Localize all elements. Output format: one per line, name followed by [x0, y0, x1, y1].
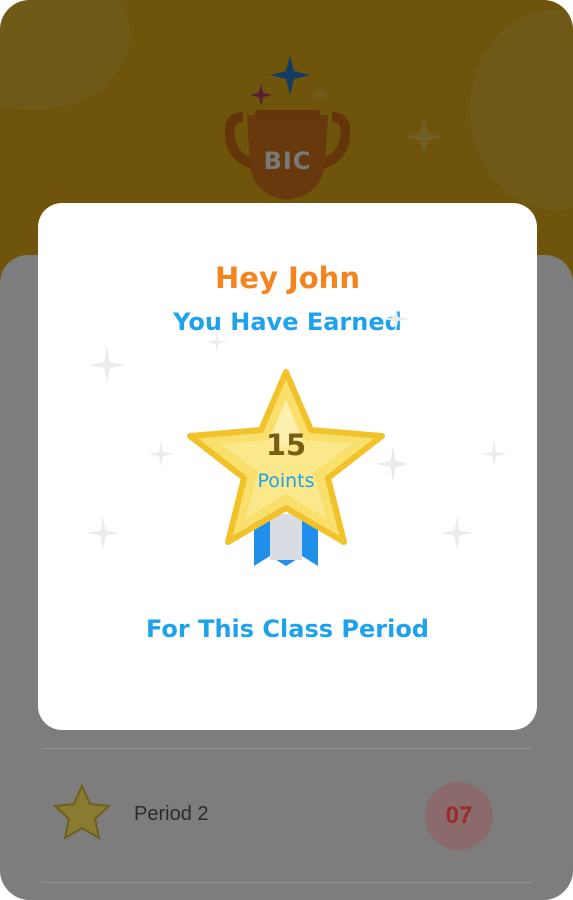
sparkle-icon: [148, 441, 174, 467]
list-item[interactable]: Period 2 07: [42, 765, 532, 875]
points-label: Points: [257, 470, 315, 492]
sparkle-icon: [88, 346, 126, 384]
points-earned-dialog: Hey John You Have Earned 15 Points For T…: [38, 203, 537, 730]
greeting-text: Hey John: [215, 261, 360, 295]
class-period-text: For This Class Period: [146, 615, 429, 643]
app-screen: BIC Period 2 07 Hey John You Have Earned: [0, 0, 573, 900]
list-divider: [42, 748, 532, 749]
list-item-count-badge: 07: [425, 782, 493, 850]
sparkle-icon: [86, 516, 120, 550]
list-item-label: Period 2: [134, 803, 209, 825]
points-value: 15: [265, 428, 307, 462]
sparkle-icon: [481, 441, 507, 467]
sparkle-icon: [206, 331, 228, 353]
sparkle-icon: [383, 306, 409, 332]
earned-subtitle: You Have Earned: [173, 308, 402, 336]
sparkle-icon: [440, 516, 474, 550]
star-icon: [52, 783, 112, 841]
list-divider: [42, 882, 532, 883]
